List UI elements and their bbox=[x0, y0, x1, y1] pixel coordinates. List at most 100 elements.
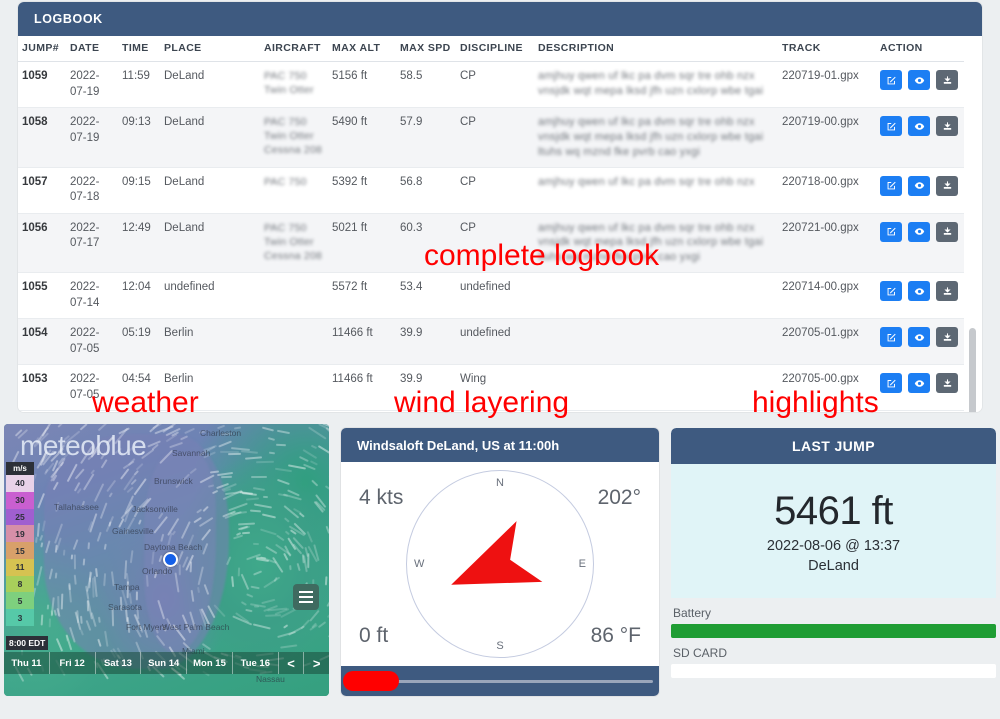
edit-button[interactable] bbox=[880, 281, 902, 302]
cell-max-alt: 5490 ft bbox=[328, 107, 396, 168]
altitude-slider[interactable] bbox=[341, 666, 659, 696]
col-max-alt[interactable]: MAX ALT bbox=[328, 36, 396, 62]
col-place[interactable]: PLACE bbox=[160, 36, 260, 62]
weather-timestamp: 8:00 EDT bbox=[6, 636, 49, 650]
forecast-next-button[interactable]: > bbox=[304, 652, 329, 674]
download-button[interactable] bbox=[936, 373, 958, 394]
weather-map[interactable]: Charleston Savannah Brunswick Tallahassee Ja… bbox=[4, 424, 329, 696]
table-header-row: JUMP# DATE TIME PLACE AIRCRAFT MAX ALT M… bbox=[18, 36, 964, 62]
download-button[interactable] bbox=[936, 281, 958, 302]
city-label: Savannah bbox=[172, 448, 211, 458]
city-label: Orlando bbox=[142, 566, 173, 576]
table-scrollbar-thumb[interactable] bbox=[969, 328, 976, 412]
eye-button[interactable] bbox=[908, 327, 930, 348]
cell-place: DeLand bbox=[160, 107, 260, 168]
logbook-table-scroll[interactable]: JUMP# DATE TIME PLACE AIRCRAFT MAX ALT M… bbox=[18, 36, 982, 412]
download-icon bbox=[942, 378, 953, 389]
table-row[interactable]: 1054 2022-07-05 05:19 Berlin 11466 ft 39.9 und… bbox=[18, 318, 964, 366]
edit-button[interactable] bbox=[880, 327, 902, 348]
edit-button[interactable] bbox=[880, 116, 902, 137]
wind-altitude-value: 0 ft bbox=[359, 624, 389, 647]
edit-button[interactable] bbox=[880, 70, 902, 90]
cell-date: 2022-07-17 bbox=[66, 213, 118, 274]
app-screenshot: LOGBOOK JUMP# DATE TIME PLACE AIRCRAFT M… bbox=[0, 0, 1000, 719]
download-button[interactable] bbox=[936, 327, 958, 348]
location-marker-icon[interactable] bbox=[163, 552, 178, 567]
col-time[interactable]: TIME bbox=[118, 36, 160, 62]
eye-icon bbox=[914, 226, 925, 237]
download-icon bbox=[942, 75, 953, 86]
col-track[interactable]: TRACK bbox=[778, 36, 876, 62]
forecast-day-tab-5[interactable]: Tue 16 bbox=[233, 652, 279, 674]
col-jump[interactable]: JUMP# bbox=[18, 36, 66, 62]
col-aircraft[interactable]: AIRCRAFT bbox=[260, 36, 328, 62]
forecast-day-tabs[interactable]: Thu 11 Fri 12 Sat 13 Sun 14 Mon 15 Tue 16 < > bbox=[4, 652, 329, 674]
table-row[interactable]: 1055 2022-07-14 12:04 undefined 5572 ft 53.4 u… bbox=[18, 272, 964, 320]
logbook-table: JUMP# DATE TIME PLACE AIRCRAFT MAX ALT M… bbox=[18, 36, 964, 412]
cell-discipline: undefined bbox=[456, 318, 534, 366]
cell-max-spd: 39.9 bbox=[396, 318, 456, 366]
download-button[interactable] bbox=[936, 70, 958, 90]
eye-button[interactable] bbox=[908, 221, 930, 242]
col-discipline[interactable]: DISCIPLINE bbox=[456, 36, 534, 62]
eye-button[interactable] bbox=[908, 373, 930, 394]
altitude-slider-rail[interactable] bbox=[343, 671, 653, 691]
eye-button[interactable] bbox=[908, 281, 930, 302]
last-jump-title: LAST JUMP bbox=[671, 428, 996, 464]
cell-aircraft: PAC 750 Twin Otter Cessna 208 bbox=[260, 107, 328, 168]
eye-button[interactable] bbox=[908, 116, 930, 137]
cell-date: 2022-07-05 bbox=[66, 364, 118, 412]
hamburger-menu-icon[interactable] bbox=[293, 584, 319, 610]
forecast-day-tab-4[interactable]: Mon 15 bbox=[187, 652, 233, 674]
cell-jump: 1053 bbox=[18, 364, 66, 412]
eye-icon bbox=[914, 286, 925, 297]
cell-time: 12:49 bbox=[118, 213, 160, 274]
download-button[interactable] bbox=[936, 221, 958, 242]
row-action-buttons bbox=[880, 326, 960, 348]
weather-panel[interactable]: Charleston Savannah Brunswick Tallahassee Ja… bbox=[4, 424, 329, 696]
cell-time: 11:59 bbox=[118, 61, 160, 109]
cell-time: 04:54 bbox=[118, 364, 160, 412]
cell-discipline: CP bbox=[456, 61, 534, 109]
cell-max-alt: 5156 ft bbox=[328, 61, 396, 109]
table-scrollbar-track[interactable] bbox=[969, 38, 979, 412]
table-row[interactable]: 1058 2022-07-19 09:13 DeLand PAC 750 Twin Ott… bbox=[18, 107, 964, 168]
table-row[interactable]: 1056 2022-07-17 12:49 DeLand PAC 750 Twin Ott… bbox=[18, 213, 964, 274]
eye-button[interactable] bbox=[908, 175, 930, 196]
col-action[interactable]: ACTION bbox=[876, 36, 964, 62]
cell-action bbox=[876, 107, 964, 168]
city-label: Gainesville bbox=[112, 526, 154, 536]
forecast-prev-button[interactable]: < bbox=[279, 652, 305, 674]
forecast-day-tab-3[interactable]: Sun 14 bbox=[141, 652, 188, 674]
logbook-table-body: 1059 2022-07-19 11:59 DeLand PAC 750 Twin Ott… bbox=[18, 61, 964, 412]
forecast-day-tab-1[interactable]: Fri 12 bbox=[50, 652, 96, 674]
cell-max-alt: 11466 ft bbox=[328, 364, 396, 412]
altitude-slider-knob[interactable] bbox=[343, 671, 399, 691]
windsaloft-title: Windsaloft DeLand, US at 11:00h bbox=[341, 428, 659, 462]
logbook-title: LOGBOOK bbox=[18, 2, 982, 36]
forecast-day-tab-0[interactable]: Thu 11 bbox=[4, 652, 50, 674]
cell-aircraft: PAC 750 Twin Otter Cessna 208 bbox=[260, 213, 328, 274]
last-jump-datetime: 2022-08-06 @ 13:37 bbox=[766, 537, 901, 554]
edit-button[interactable] bbox=[880, 221, 902, 242]
col-date[interactable]: DATE bbox=[66, 36, 118, 62]
battery-meter-fill bbox=[671, 624, 996, 638]
download-button[interactable] bbox=[936, 175, 958, 196]
edit-button[interactable] bbox=[880, 373, 902, 394]
cell-action bbox=[876, 364, 964, 412]
row-action-buttons bbox=[880, 115, 960, 137]
col-description[interactable]: DESCRIPTION bbox=[534, 36, 778, 62]
download-button[interactable] bbox=[936, 116, 958, 137]
eye-button[interactable] bbox=[908, 70, 930, 90]
city-label: Nassau bbox=[256, 674, 285, 684]
cell-date: 2022-07-19 bbox=[66, 61, 118, 109]
col-max-spd[interactable]: MAX SPD bbox=[396, 36, 456, 62]
edit-button[interactable] bbox=[880, 175, 902, 196]
cell-aircraft bbox=[260, 272, 328, 320]
table-row[interactable]: 1057 2022-07-18 09:15 DeLand PAC 750 5392 ft 5… bbox=[18, 167, 964, 214]
table-row[interactable]: 1059 2022-07-19 11:59 DeLand PAC 750 Twin Ott… bbox=[18, 61, 964, 109]
wind-direction-value: 202° bbox=[597, 486, 641, 509]
windsaloft-panel: Windsaloft DeLand, US at 11:00h 4 kts 20… bbox=[341, 428, 659, 696]
table-row[interactable]: 1053 2022-07-05 04:54 Berlin 11466 ft 39.9 Win… bbox=[18, 364, 964, 412]
forecast-day-tab-2[interactable]: Sat 13 bbox=[96, 652, 142, 674]
